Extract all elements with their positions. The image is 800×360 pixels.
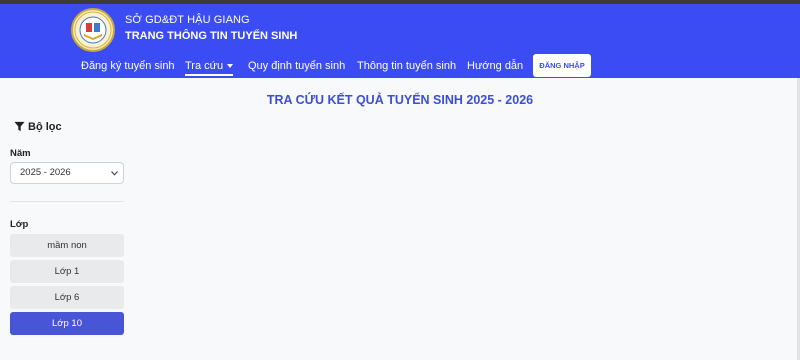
filter-heading: Bộ lọc xyxy=(14,121,62,133)
chevron-down-icon xyxy=(111,171,118,176)
site-title: TRANG THÔNG TIN TUYỂN SINH xyxy=(125,30,298,42)
grade-label: Lớp xyxy=(10,219,29,230)
nav-item-tra-cuu[interactable]: Tra cứu xyxy=(185,60,234,76)
grade-button-lop-10[interactable]: Lớp 10 xyxy=(10,312,124,335)
year-select-value: 2025 - 2026 xyxy=(20,167,71,178)
org-name: SỞ GD&ĐT HẬU GIANG xyxy=(125,14,250,26)
site-header: SỞ GD&ĐT HẬU GIANG TRANG THÔNG TIN TUYỂN… xyxy=(0,4,800,78)
login-button[interactable]: ĐĂNG NHẬP xyxy=(533,54,591,77)
grade-button-mam-non[interactable]: mầm non xyxy=(10,234,124,257)
filter-divider xyxy=(10,201,124,202)
grade-button-lop-6[interactable]: Lớp 6 xyxy=(10,286,124,309)
caret-down-icon xyxy=(227,64,234,68)
grade-button-lop-1[interactable]: Lớp 1 xyxy=(10,260,124,283)
nav-item-thong-tin[interactable]: Thông tin tuyển sinh xyxy=(357,60,456,72)
nav-item-dang-ky[interactable]: Đăng ký tuyển sinh xyxy=(81,60,175,72)
nav-item-quy-dinh[interactable]: Quy định tuyển sinh xyxy=(248,60,345,72)
filter-icon xyxy=(14,121,25,132)
nav-item-huong-dan[interactable]: Hướng dẫn xyxy=(467,60,523,72)
page-title: TRA CỨU KẾT QUẢ TUYỂN SINH 2025 - 2026 xyxy=(266,93,534,107)
year-select[interactable]: 2025 - 2026 xyxy=(10,162,124,184)
school-emblem-icon[interactable] xyxy=(71,8,115,52)
year-label: Năm xyxy=(10,148,31,159)
